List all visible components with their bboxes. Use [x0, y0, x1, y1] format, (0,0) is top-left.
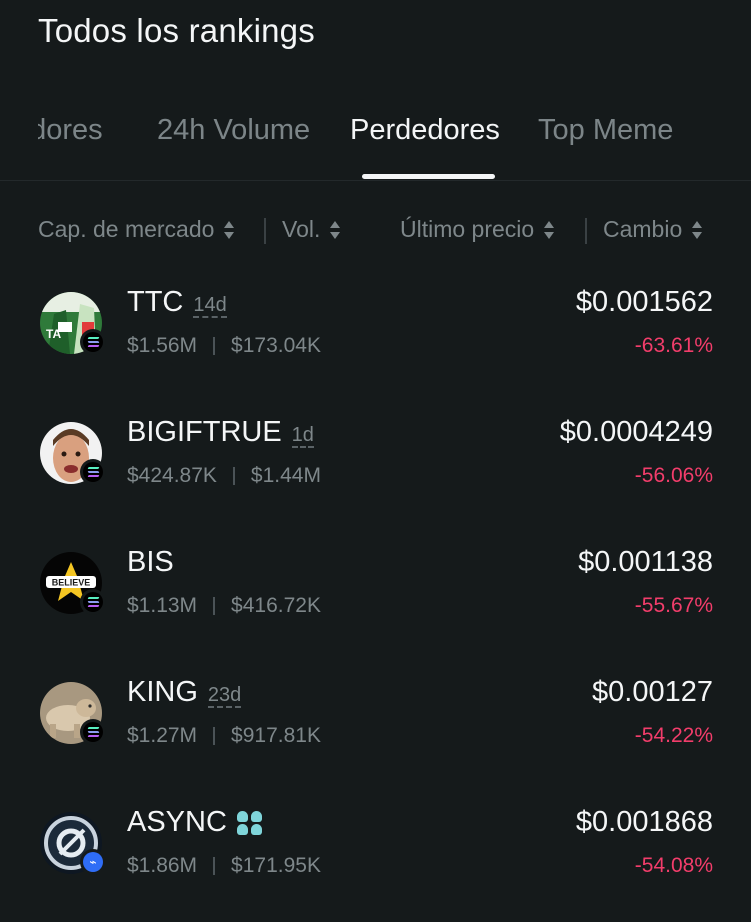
column-label: Cambio — [603, 216, 683, 242]
sort-volume[interactable]: Vol. — [282, 216, 341, 243]
price-value: $0.001138 — [578, 546, 713, 578]
ranking-tabs: adores 24h Volume Perdedores Top Meme — [0, 108, 751, 181]
volume-value: $171.95K — [231, 854, 321, 877]
price-value: $0.00127 — [592, 676, 713, 708]
token-symbol-line: KING 23d — [127, 676, 242, 709]
divider — [585, 218, 587, 244]
token-row[interactable]: TA TTC 14d $1.56M $173.04K $0.001562 -63… — [0, 286, 751, 402]
tab-top-meme[interactable]: Top Meme — [538, 114, 673, 147]
divider — [213, 337, 216, 355]
column-label: Vol. — [282, 216, 321, 242]
sort-icon — [692, 220, 703, 240]
solana-icon — [80, 719, 106, 745]
divider — [232, 467, 235, 485]
price-value: $0.001868 — [575, 806, 713, 838]
solana-icon — [80, 589, 106, 615]
base-icon: ⌁ — [80, 849, 106, 875]
token-symbol-line: ASYNC — [127, 806, 263, 839]
token-symbol: BIGIFTRUE — [127, 416, 282, 448]
column-label: Cap. de mercado — [38, 216, 215, 242]
token-age: 14d — [193, 294, 227, 318]
sort-market-cap[interactable]: Cap. de mercado — [38, 216, 235, 243]
active-tab-indicator — [362, 174, 495, 179]
token-stats: $1.56M $173.04K — [127, 334, 321, 358]
token-row[interactable]: ⌁ ASYNC $1.86M $171.95K $0.001868 -54.08… — [0, 806, 751, 922]
price-value: $0.0004249 — [559, 416, 713, 448]
token-row[interactable]: KING 23d $1.27M $917.81K $0.00127 -54.22… — [0, 676, 751, 792]
token-stats: $1.86M $171.95K — [127, 854, 321, 878]
divider — [213, 727, 216, 745]
divider — [213, 857, 216, 875]
token-symbol-line: TTC 14d — [127, 286, 227, 319]
sort-change[interactable]: Cambio — [603, 216, 703, 243]
tab-label: adores — [38, 114, 103, 146]
market-cap-value: $1.56M — [127, 334, 198, 357]
market-cap-value: $1.86M — [127, 854, 198, 877]
divider — [264, 218, 266, 244]
volume-value: $917.81K — [231, 724, 321, 747]
volume-value: $1.44M — [250, 464, 321, 487]
volume-value: $173.04K — [231, 334, 321, 357]
token-symbol-line: BIGIFTRUE 1d — [127, 416, 314, 449]
token-row[interactable]: BELIEVE BIS $1.13M $416.72K $0.001138 -5… — [0, 546, 751, 662]
volume-value: $416.72K — [231, 594, 321, 617]
token-age: 23d — [207, 684, 242, 708]
token-symbol: BIS — [127, 546, 174, 578]
token-stats: $424.87K $1.44M — [127, 464, 321, 488]
divider — [213, 597, 216, 615]
column-label: Último precio — [400, 216, 535, 242]
sort-last-price[interactable]: Último precio — [400, 216, 555, 243]
tab-perdedores[interactable]: Perdedores — [350, 114, 500, 147]
sort-icon — [544, 220, 555, 240]
token-symbol-line: BIS — [127, 546, 174, 579]
token-age: 1d — [291, 424, 314, 448]
market-cap-value: $424.87K — [127, 464, 217, 487]
tab-ganadores[interactable]: adores — [38, 114, 130, 154]
page-title: Todos los rankings — [38, 12, 315, 49]
token-stats: $1.13M $416.72K — [127, 594, 321, 618]
column-header: Cap. de mercado Vol. Último precio Cambi… — [0, 212, 751, 250]
change-value: -54.08% — [634, 854, 713, 877]
token-symbol: ASYNC — [127, 806, 227, 838]
price-value: $0.001562 — [575, 286, 713, 318]
change-value: -56.06% — [634, 464, 713, 487]
token-stats: $1.27M $917.81K — [127, 724, 321, 748]
token-row[interactable]: BIGIFTRUE 1d $424.87K $1.44M $0.0004249 … — [0, 416, 751, 532]
svg-text:TA: TA — [46, 327, 61, 341]
token-symbol: KING — [127, 676, 198, 708]
tab-24h-volume[interactable]: 24h Volume — [157, 114, 310, 147]
change-value: -55.67% — [634, 594, 713, 617]
market-cap-value: $1.13M — [127, 594, 198, 617]
solana-icon — [80, 329, 106, 355]
team-icon — [236, 810, 263, 835]
avatar-text: BELIEVE — [52, 578, 91, 588]
sort-icon — [224, 220, 235, 240]
solana-icon — [80, 459, 106, 485]
token-symbol: TTC — [127, 286, 184, 318]
sort-icon — [330, 220, 341, 240]
market-cap-value: $1.27M — [127, 724, 198, 747]
change-value: -54.22% — [634, 724, 713, 747]
change-value: -63.61% — [634, 334, 713, 357]
